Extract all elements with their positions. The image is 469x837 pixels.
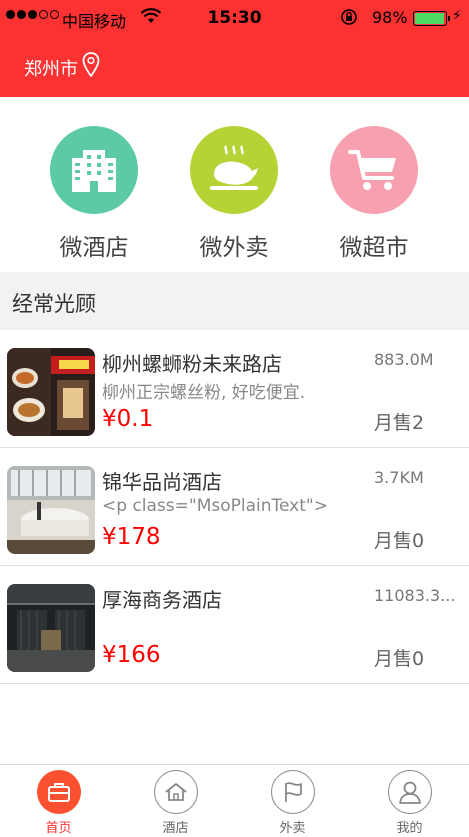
roast-chicken-icon <box>190 126 278 214</box>
shop-item[interactable]: 柳州螺蛳粉未来路店 柳州正宗螺丝粉, 好吃便宜. ¥0.1 883.0M 月售2 <box>0 330 469 448</box>
flag-icon <box>270 770 315 814</box>
rotation-lock-icon <box>340 8 358 30</box>
status-bar: 中国移动 15:30 98% ⚡ <box>0 0 469 36</box>
shop-distance: 11083.3... <box>374 586 456 605</box>
battery-percentage: 98% <box>372 8 408 27</box>
shop-name: 柳州螺蛳粉未来路店 <box>102 352 282 376</box>
charging-bolt-icon: ⚡ <box>452 8 462 24</box>
shop-description: 柳州正宗螺丝粉, 好吃便宜. <box>102 383 306 403</box>
home-icon <box>153 770 198 814</box>
shopping-cart-icon <box>330 126 418 214</box>
shop-item[interactable]: 厚海商务酒店 ¥166 11083.3... 月售0 <box>0 566 469 684</box>
location-pin-icon <box>82 52 100 83</box>
shop-price: ¥166 <box>102 642 161 668</box>
shop-distance: 883.0M <box>374 350 434 369</box>
shop-distance: 3.7KM <box>374 468 424 487</box>
tab-takeout[interactable]: 外卖 <box>234 770 351 836</box>
battery-icon <box>413 11 450 26</box>
tab-hotel[interactable]: 酒店 <box>117 770 234 836</box>
shop-name: 厚海商务酒店 <box>102 588 222 612</box>
tab-home[interactable]: 首页 <box>0 770 117 836</box>
user-icon <box>387 770 432 814</box>
city-name: 郑州市 <box>24 58 78 80</box>
tab-hotel-label: 酒店 <box>162 821 189 836</box>
shop-monthly-sales: 月售0 <box>374 648 425 670</box>
category-hotel[interactable]: 微酒店 <box>24 126 164 262</box>
shop-monthly-sales: 月售0 <box>374 530 425 552</box>
category-hotel-label: 微酒店 <box>59 235 129 261</box>
shop-thumbnail <box>7 584 95 672</box>
bottom-tab-bar: 首页 酒店 外卖 我的 <box>0 764 469 837</box>
top-header: 中国移动 15:30 98% ⚡ 郑州市 <box>0 0 469 97</box>
briefcase-icon <box>36 770 81 814</box>
shop-price: ¥0.1 <box>102 406 154 432</box>
shop-description: <p class="MsoPlainText"> <box>102 496 328 516</box>
category-takeout-label: 微外卖 <box>199 235 269 261</box>
category-takeout[interactable]: 微外卖 <box>164 126 304 262</box>
hotel-building-icon <box>50 126 138 214</box>
shop-price: ¥178 <box>102 524 161 550</box>
tab-takeout-label: 外卖 <box>279 821 306 836</box>
tab-profile[interactable]: 我的 <box>351 770 468 836</box>
tab-home-label: 首页 <box>45 821 72 836</box>
frequent-visits-header: 经常光顾 <box>0 272 469 330</box>
section-title: 经常光顾 <box>12 292 96 316</box>
category-supermarket-label: 微超市 <box>339 235 409 261</box>
city-selector[interactable]: 郑州市 <box>24 52 100 83</box>
category-row: 微酒店 微外卖 微超市 <box>0 126 469 266</box>
shop-name: 锦华品尚酒店 <box>102 470 222 494</box>
shop-monthly-sales: 月售2 <box>374 412 425 434</box>
category-supermarket[interactable]: 微超市 <box>304 126 444 262</box>
shop-thumbnail <box>7 348 95 436</box>
shop-item[interactable]: 锦华品尚酒店 <p class="MsoPlainText"> ¥178 3.7… <box>0 448 469 566</box>
tab-profile-label: 我的 <box>396 821 423 836</box>
shop-thumbnail <box>7 466 95 554</box>
